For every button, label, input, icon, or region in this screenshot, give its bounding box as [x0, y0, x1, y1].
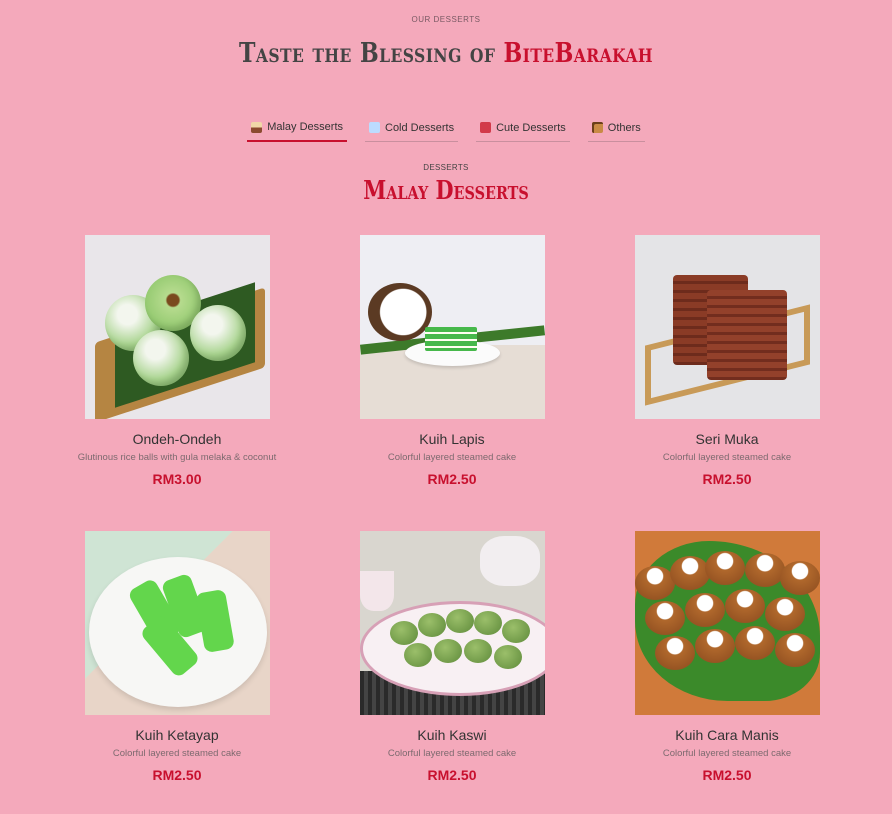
product-name: Kuih Kaswi [417, 727, 487, 743]
cookie-icon [591, 122, 603, 133]
snowflake-icon [369, 122, 380, 133]
product-photo [359, 235, 545, 419]
section-eyebrow: DESSERTS [423, 163, 469, 172]
page-title: Taste the Blessing of BiteBarakah [80, 38, 811, 69]
tab-label: Malay Desserts [267, 121, 343, 133]
product-price: RM2.50 [152, 767, 202, 783]
tab-label: Cold Desserts [385, 121, 455, 134]
product-card-ondeh-ondeh[interactable]: Ondeh-Ondeh Glutinous rice balls with gu… [47, 235, 307, 487]
product-description: Colorful layered steamed cake [387, 452, 517, 463]
product-price: RM2.50 [702, 767, 752, 783]
brand-name: BiteBarakah [503, 38, 654, 69]
product-price: RM2.50 [427, 471, 477, 487]
product-photo [634, 531, 820, 715]
product-photo [634, 235, 820, 419]
product-name: Seri Muka [695, 431, 759, 447]
product-description: Glutinous rice balls with gula melaka & … [77, 452, 277, 463]
product-price: RM3.00 [152, 471, 202, 487]
category-tabs: Malay Desserts Cold Desserts Cute Desser… [0, 117, 892, 142]
product-price: RM2.50 [427, 767, 477, 783]
product-description: Colorful layered steamed cake [662, 452, 792, 463]
tab-label: Cute Desserts [496, 121, 566, 134]
strawberry-icon [480, 122, 492, 133]
product-name: Kuih Lapis [419, 431, 485, 447]
tab-others[interactable]: Others [587, 117, 645, 142]
section-title: Malay Desserts [363, 176, 529, 206]
layered-cake-icon [251, 121, 263, 133]
product-photo [84, 531, 270, 715]
product-price: RM2.50 [702, 471, 752, 487]
product-card-kuih-lapis[interactable]: Kuih Lapis Colorful layered steamed cake… [322, 235, 582, 487]
product-card-seri-muka[interactable]: Seri Muka Colorful layered steamed cake … [597, 235, 857, 487]
section-eyebrow-our-desserts: OUR DESSERTS [411, 15, 481, 24]
tab-cute-desserts[interactable]: Cute Desserts [476, 117, 570, 142]
product-card-kuih-kaswi[interactable]: Kuih Kaswi Colorful layered steamed cake… [322, 531, 582, 783]
product-name: Kuih Cara Manis [675, 727, 779, 743]
product-description: Colorful layered steamed cake [112, 748, 242, 759]
product-description: Colorful layered steamed cake [387, 748, 517, 759]
product-description: Colorful layered steamed cake [662, 748, 792, 759]
product-card-kuih-ketayap[interactable]: Kuih Ketayap Colorful layered steamed ca… [47, 531, 307, 783]
product-photo [359, 531, 545, 715]
tab-cold-desserts[interactable]: Cold Desserts [365, 117, 459, 142]
product-name: Kuih Ketayap [135, 727, 219, 743]
product-card-kuih-cara-manis[interactable]: Kuih Cara Manis Colorful layered steamed… [597, 531, 857, 783]
tab-label: Others [607, 121, 641, 134]
page-title-prefix: Taste the Blessing of [238, 38, 504, 69]
tab-malay-desserts[interactable]: Malay Desserts [247, 117, 347, 142]
product-name: Ondeh-Ondeh [132, 431, 222, 447]
product-photo [84, 235, 270, 419]
